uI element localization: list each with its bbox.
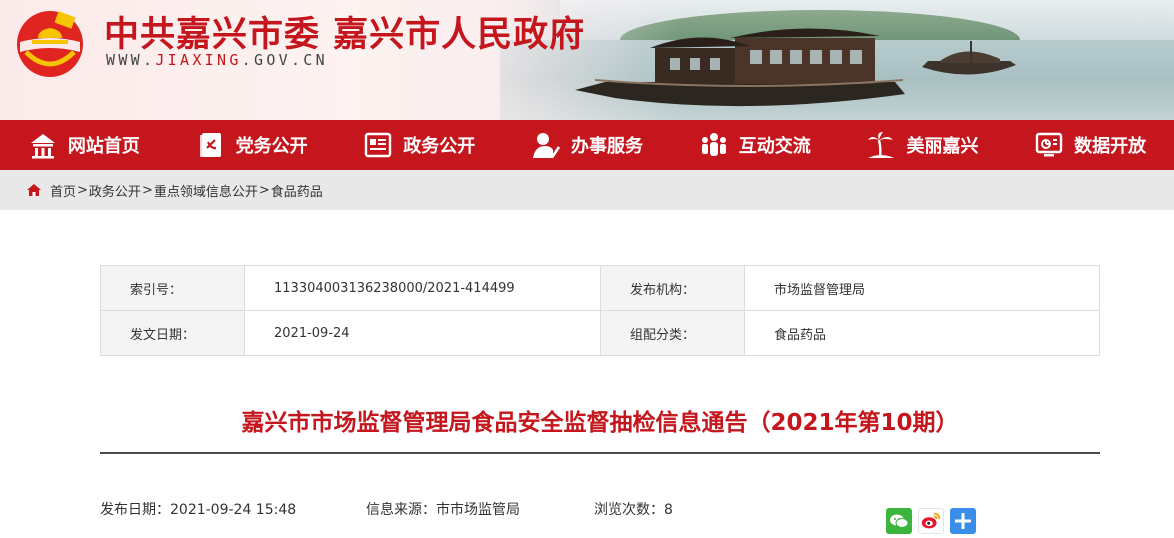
nav-party-affairs[interactable]: 党务公开	[168, 120, 336, 170]
service-person-icon	[533, 133, 561, 159]
site-header: 中共嘉兴市委 嘉兴市人民政府 WWW.JIAXING.GOV.CN	[0, 0, 1174, 120]
nav-open-data[interactable]: 数据开放	[1006, 120, 1174, 170]
site-title: 中共嘉兴市委 嘉兴市人民政府	[104, 14, 586, 55]
nav-services[interactable]: 办事服务	[503, 120, 671, 170]
nav-label: 数据开放	[1074, 136, 1147, 157]
view-count: 浏览次数：8	[594, 502, 673, 518]
index-label: 索引号：	[100, 265, 245, 311]
breadcrumb-link-gov-affairs[interactable]: 政务公开	[89, 181, 141, 200]
nav-home[interactable]: 网站首页	[0, 120, 168, 170]
nav-label: 政务公开	[403, 136, 476, 157]
breadcrumb-home-link[interactable]: 首页	[50, 181, 76, 200]
org-label: 发布机构：	[600, 265, 745, 311]
nav-interaction[interactable]: 互动交流	[671, 120, 839, 170]
category-label: 组配分类：	[600, 310, 745, 356]
nav-label: 办事服务	[571, 136, 644, 157]
nav-label: 党务公开	[235, 136, 308, 157]
category-value: 食品药品	[744, 310, 1100, 356]
gov-panel-icon	[365, 132, 392, 158]
date-value: 2021-09-24	[244, 310, 601, 356]
article-title: 嘉兴市市场监督管理局食品安全监督抽检信息通告（2021年第10期）	[241, 410, 959, 436]
data-screen-icon	[1035, 132, 1063, 157]
share-bar	[886, 508, 976, 534]
index-value: 113304003136238000/2021-414499	[244, 265, 601, 311]
palm-tree-icon	[868, 132, 895, 159]
nav-label: 互动交流	[738, 136, 811, 157]
party-emblem-logo[interactable]	[12, 8, 88, 78]
party-book-icon	[199, 133, 221, 157]
publish-date: 发布日期：2021-09-24 15:48	[100, 502, 297, 518]
breadcrumb: 首页 > 政务公开 > 重点领域信息公开 > 食品药品	[0, 170, 1174, 210]
nav-gov-affairs[interactable]: 政务公开	[335, 120, 503, 170]
title-divider	[100, 452, 1100, 454]
info-source: 信息来源：市市场监管局	[366, 502, 520, 518]
wechat-share-icon[interactable]	[886, 508, 912, 534]
breadcrumb-link-key-areas[interactable]: 重点领域信息公开	[154, 181, 258, 200]
main-nav: 网站首页 党务公开 政务公开 办事服务 互动交流 美丽嘉兴 数据开放	[0, 120, 1174, 170]
nav-label: 网站首页	[67, 136, 140, 157]
document-info-table: 索引号： 113304003136238000/2021-414499 发布机构…	[100, 265, 1100, 356]
home-icon	[27, 184, 41, 196]
table-row: 索引号： 113304003136238000/2021-414499 发布机构…	[100, 265, 1100, 311]
org-value: 市场监督管理局	[744, 265, 1100, 311]
weibo-share-icon[interactable]	[918, 508, 944, 534]
more-share-icon[interactable]	[950, 508, 976, 534]
small-boat-illustration	[922, 41, 1016, 75]
breadcrumb-link-food-drug[interactable]: 食品药品	[271, 181, 323, 200]
nav-label: 美丽嘉兴	[906, 136, 979, 157]
table-row: 发文日期： 2021-09-24 组配分类： 食品药品	[100, 310, 1100, 356]
site-url: WWW.JIAXING.GOV.CN	[106, 51, 328, 69]
breadcrumb-separator: >	[77, 182, 88, 198]
breadcrumb-separator: >	[258, 182, 270, 198]
date-label: 发文日期：	[100, 310, 245, 356]
people-group-icon	[701, 133, 726, 156]
home-icon	[30, 134, 55, 159]
article-meta: 发布日期：2021-09-24 15:48 信息来源：市市场监管局 浏览次数：8	[100, 499, 673, 519]
nav-beautiful-jiaxing[interactable]: 美丽嘉兴	[839, 120, 1007, 170]
breadcrumb-separator: >	[141, 182, 153, 198]
red-boat-illustration	[575, 28, 905, 107]
